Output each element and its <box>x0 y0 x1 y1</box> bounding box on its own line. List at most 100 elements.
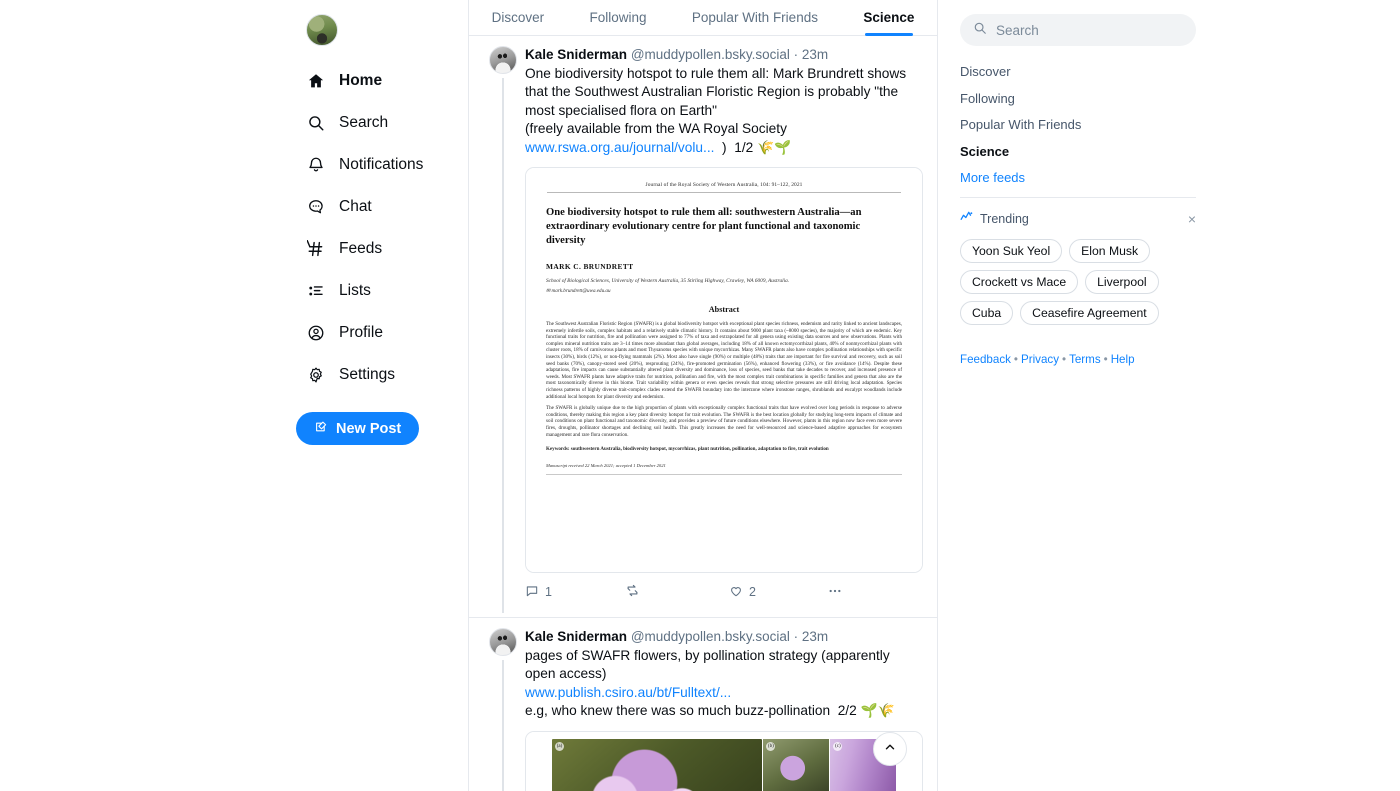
sidebar-item-label: Settings <box>339 366 396 383</box>
post-timestamp: 23m <box>801 47 829 62</box>
sidebar-item-settings[interactable]: Settings <box>296 356 468 394</box>
separator: · <box>793 629 799 645</box>
right-sidebar-inner: Discover Following Popular With Friends … <box>960 14 1196 366</box>
figure-grid: (a) (b) (c) <box>552 738 896 791</box>
figure-panel-b: (b) <box>763 738 829 791</box>
right-feed-science[interactable]: Science <box>960 144 1196 159</box>
trending-chip[interactable]: Elon Musk <box>1069 238 1151 263</box>
search-input[interactable] <box>996 22 1183 38</box>
post[interactable]: Kale Sniderman @muddypollen.bsky.social … <box>469 618 937 791</box>
post-text: One biodiversity hotspot to rule them al… <box>525 65 923 157</box>
post-avatar-column <box>483 628 523 791</box>
avatar[interactable] <box>306 14 338 46</box>
post-timestamp: 23m <box>801 629 829 645</box>
paper-abstract-paragraph-1: The Southwest Australian Floristic Regio… <box>546 321 902 400</box>
footer-separator: • <box>1013 352 1018 366</box>
home-icon <box>306 71 326 91</box>
paper-keywords: Keywords: southwestern Australia, biodiv… <box>546 446 829 453</box>
trending-chip[interactable]: Yoon Suk Yeol <box>960 238 1063 263</box>
post-text-before-link: pages of SWAFR flowers, by pollination s… <box>525 648 890 682</box>
trending-icon <box>960 210 974 228</box>
trending-chip[interactable]: Liverpool <box>1085 269 1159 294</box>
footer-links: Feedback • Privacy • Terms • Help <box>960 353 1196 366</box>
tab-label: Following <box>589 10 647 25</box>
avatar[interactable] <box>489 46 517 74</box>
compose-icon <box>314 420 328 438</box>
search-box[interactable] <box>960 14 1196 46</box>
footer-separator: • <box>1103 352 1108 366</box>
like-count: 2 <box>749 585 756 600</box>
sidebar-item-chat[interactable]: Chat <box>296 188 468 226</box>
more-options-button[interactable] <box>827 583 843 602</box>
paper-abstract-heading: Abstract <box>708 305 740 315</box>
footer-link-privacy[interactable]: Privacy <box>1021 353 1059 366</box>
post-avatar-column <box>483 46 523 614</box>
trending-topics: Yoon Suk Yeol Elon Musk Crockett vs Mace… <box>960 238 1196 325</box>
ellipsis-icon <box>827 583 843 602</box>
right-feed-popular-with-friends[interactable]: Popular With Friends <box>960 117 1196 132</box>
repost-button[interactable] <box>625 583 729 601</box>
trending-title: Trending <box>980 211 1029 226</box>
right-feed-discover[interactable]: Discover <box>960 64 1196 79</box>
paper-embed[interactable]: Journal of the Royal Society of Western … <box>525 167 923 574</box>
right-feed-more-feeds[interactable]: More feeds <box>960 170 1196 185</box>
thread-connector <box>502 78 504 614</box>
reply-count: 1 <box>545 585 552 600</box>
right-feed-following[interactable]: Following <box>960 91 1196 106</box>
paper-page: Journal of the Royal Society of Western … <box>526 168 922 573</box>
post-link[interactable]: www.rswa.org.au/journal/volu... <box>525 140 714 155</box>
post-handle[interactable]: @muddypollen.bsky.social <box>631 47 790 62</box>
footer-link-terms[interactable]: Terms <box>1069 353 1101 366</box>
post-handle[interactable]: @muddypollen.bsky.social <box>631 629 790 644</box>
paper-email: ✉ mark.brundrett@uwa.edu.au <box>546 288 611 295</box>
post-header: Kale Sniderman @muddypollen.bsky.social … <box>525 46 923 64</box>
post-author[interactable]: Kale Sniderman <box>525 629 627 644</box>
sidebar-item-label: Home <box>339 72 383 89</box>
right-sidebar: Discover Following Popular With Friends … <box>938 0 1400 791</box>
trending-chip[interactable]: Crockett vs Mace <box>960 269 1079 294</box>
sidebar-item-home[interactable]: Home <box>296 62 468 100</box>
post-body: Kale Sniderman @muddypollen.bsky.social … <box>523 46 923 613</box>
person-circle-icon <box>306 323 326 343</box>
left-sidebar: Home Search Notifications Chat Feeds Lis… <box>0 0 468 791</box>
footer-link-help[interactable]: Help <box>1111 353 1135 366</box>
post-text: pages of SWAFR flowers, by pollination s… <box>525 647 923 721</box>
search-icon <box>973 21 987 40</box>
trending-chip[interactable]: Ceasefire Agreement <box>1020 300 1159 325</box>
sidebar-item-search[interactable]: Search <box>296 104 468 142</box>
app-root: Home Search Notifications Chat Feeds Lis… <box>0 0 1400 791</box>
sidebar-item-label: Notifications <box>339 156 424 173</box>
new-post-button[interactable]: New Post <box>296 412 420 445</box>
post-link[interactable]: www.publish.csiro.au/bt/Fulltext/... <box>525 685 731 700</box>
reply-button[interactable]: 1 <box>525 584 625 601</box>
paper-title: One biodiversity hotspot to rule them al… <box>546 207 862 247</box>
tab-following[interactable]: Following <box>567 0 669 35</box>
trending-chip[interactable]: Cuba <box>960 300 1014 325</box>
tab-popular-with-friends[interactable]: Popular With Friends <box>669 0 840 35</box>
like-button[interactable]: 2 <box>729 584 827 601</box>
figure-embed[interactable]: (a) (b) (c) <box>525 730 923 791</box>
close-icon[interactable]: × <box>1188 212 1196 226</box>
post[interactable]: Kale Sniderman @muddypollen.bsky.social … <box>469 36 937 614</box>
sidebar-item-label: Feeds <box>339 240 383 257</box>
post-author[interactable]: Kale Sniderman <box>525 47 627 62</box>
sidebar-item-label: Profile <box>339 324 383 341</box>
post-text-before-link: One biodiversity hotspot to rule them al… <box>525 66 907 137</box>
footer-link-feedback[interactable]: Feedback <box>960 353 1011 366</box>
sidebar-item-profile[interactable]: Profile <box>296 314 468 352</box>
paper-affiliation: School of Biological Sciences, Universit… <box>546 278 790 285</box>
sidebar-item-notifications[interactable]: Notifications <box>296 146 468 184</box>
avatar[interactable] <box>489 628 517 657</box>
heart-icon <box>729 584 743 601</box>
tab-discover[interactable]: Discover <box>469 0 567 35</box>
panel-tag: (c) <box>833 741 843 751</box>
footer-separator: • <box>1062 352 1067 366</box>
post-text-after-link: ) 1/2 🌾🌱 <box>714 139 792 155</box>
flower-figure: (a) (b) (c) <box>526 731 922 791</box>
sidebar-item-feeds[interactable]: Feeds <box>296 230 468 268</box>
tab-science[interactable]: Science <box>841 0 937 35</box>
sidebar-item-lists[interactable]: Lists <box>296 272 468 310</box>
scroll-to-top-button[interactable] <box>873 732 907 766</box>
panel-tag: (a) <box>555 741 564 751</box>
list-icon <box>306 281 326 301</box>
